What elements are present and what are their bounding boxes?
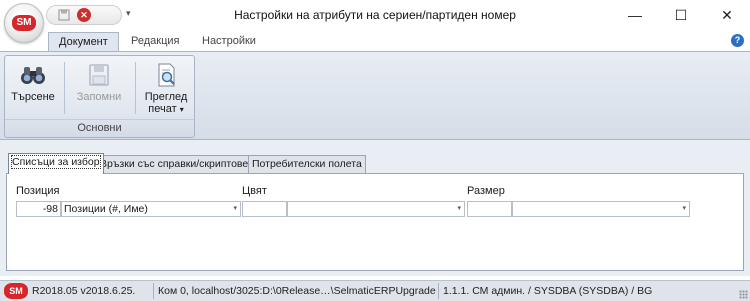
tab-user-fields[interactable]: Потребителски полета <box>248 155 366 173</box>
maximize-button[interactable]: ☐ <box>658 0 704 30</box>
maximize-icon: ☐ <box>674 6 688 23</box>
ribbon-group-main: Търсене Запомни Преглед печат ▾ Основни <box>4 55 195 138</box>
position-select[interactable]: Позиции (#, Име) ▾ <box>61 201 241 217</box>
size-select[interactable]: ▾ <box>512 201 690 217</box>
app-logo: SM <box>12 15 36 31</box>
resize-grip[interactable] <box>739 290 748 299</box>
tab-selection-lists[interactable]: Списъци за избор <box>8 153 104 174</box>
content-area: Списъци за избор Връзки със справки/скри… <box>0 140 750 276</box>
help-icon[interactable]: ? <box>731 34 744 47</box>
position-label: Позиция <box>16 185 60 197</box>
status-user: 1.1.1. СМ админ. / SYSDBA (SYSDBA) / BG <box>443 285 653 297</box>
print-preview-icon <box>158 63 175 87</box>
status-divider <box>153 283 154 299</box>
color-code-field[interactable] <box>242 201 287 217</box>
application-menu-button[interactable]: SM <box>4 3 44 43</box>
ribbon: Търсене Запомни Преглед печат ▾ Основни <box>0 51 750 140</box>
status-divider <box>438 283 439 299</box>
tab-document[interactable]: Документ <box>48 32 119 51</box>
chevron-down-icon: ▾ <box>233 205 237 212</box>
save-button-label: Запомни <box>76 91 122 103</box>
chevron-down-icon: ▾ <box>682 205 686 212</box>
ribbon-separator <box>135 62 136 114</box>
position-code-field[interactable]: -98 <box>16 201 61 217</box>
status-bar: SM R2018.05 v2018.6.25. Ком 0, localhost… <box>0 280 750 301</box>
chevron-down-icon: ▾ <box>457 205 461 212</box>
position-select-value: Позиции (#, Име) <box>64 203 148 215</box>
tab-report-links[interactable]: Връзки със справки/скриптове <box>96 155 253 173</box>
search-button[interactable]: Търсене <box>8 58 58 121</box>
print-preview-label: Преглед <box>144 91 188 103</box>
tab-selection-lists-label: Списъци за избор <box>11 155 101 169</box>
minimize-icon: — <box>628 7 642 23</box>
chevron-down-icon: ▾ <box>179 105 184 114</box>
status-connection: Ком 0, localhost/3025:D:\0Release…\Selma… <box>158 285 436 297</box>
selection-lists-panel: Позиция -98 Позиции (#, Име) ▾ Цвят ▾ Ра… <box>6 173 744 271</box>
close-button[interactable]: ✕ <box>704 0 750 30</box>
print-preview-label-line2: печат <box>148 103 177 115</box>
app-logo-small: SM <box>4 283 28 299</box>
tab-settings[interactable]: Настройки <box>192 32 266 51</box>
size-label: Размер <box>467 185 505 197</box>
binoculars-icon <box>21 67 45 84</box>
search-button-label: Търсене <box>11 91 55 103</box>
ribbon-group-label: Основни <box>5 119 194 136</box>
color-select[interactable]: ▾ <box>287 201 465 217</box>
print-preview-button[interactable]: Преглед печат ▾ <box>138 58 194 121</box>
color-label: Цвят <box>242 185 267 197</box>
title-bar: SM ✕ ▾ Настройки на атрибути на сериен/п… <box>0 0 750 43</box>
ribbon-separator <box>64 62 65 114</box>
ribbon-tab-strip: Документ Редакция Настройки ? <box>0 30 750 51</box>
close-icon: ✕ <box>721 6 733 23</box>
save-button[interactable]: Запомни <box>68 58 130 121</box>
minimize-button[interactable]: — <box>612 0 658 30</box>
floppy-disk-icon <box>89 64 109 86</box>
size-code-field[interactable] <box>467 201 512 217</box>
tab-edit[interactable]: Редакция <box>121 32 189 51</box>
status-version: R2018.05 v2018.6.25. <box>32 285 136 297</box>
